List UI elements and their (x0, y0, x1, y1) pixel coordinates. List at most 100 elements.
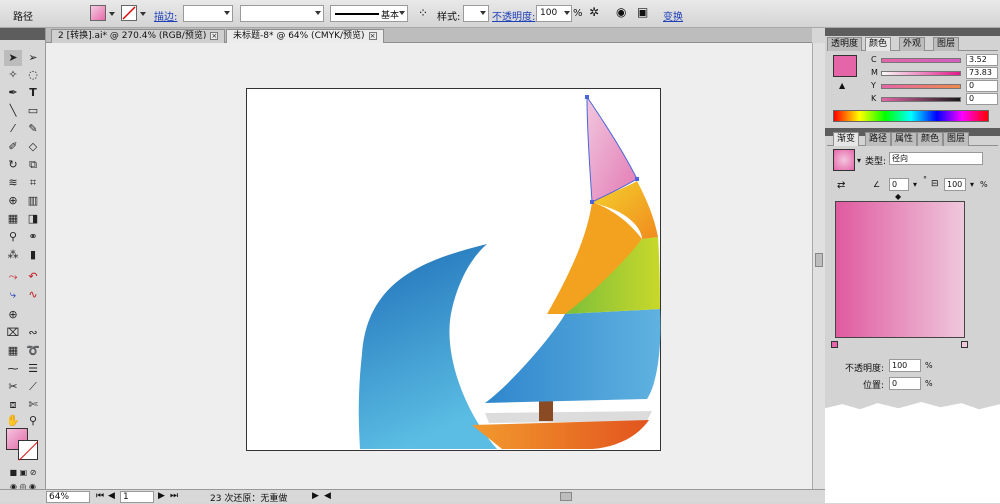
stop-opacity-field[interactable]: 100 (889, 359, 921, 372)
status-menu-icon[interactable]: ▶ (312, 491, 319, 501)
knife-tool-icon[interactable]: ⟋ (24, 379, 42, 395)
mesh-tool-icon[interactable]: ▦ (4, 343, 22, 359)
scatter-tool-icon[interactable]: ⁓ (4, 361, 22, 377)
next-artboard-icon[interactable]: ▶ (158, 491, 165, 501)
twirl-tool-icon[interactable]: ➰ (24, 343, 42, 359)
tab-color[interactable]: 颜色 (865, 37, 892, 51)
panel-dock-header[interactable] (825, 28, 1000, 36)
target-tool-icon[interactable]: ⊕ (4, 307, 22, 323)
black-slider[interactable]: K 0 % (871, 93, 998, 106)
cyan-slider[interactable]: C 3.52 % (871, 54, 998, 67)
artboard-tool-icon[interactable]: ⧈ (4, 397, 22, 413)
stroke-swatch[interactable] (18, 440, 38, 460)
free-transform-tool-icon[interactable]: ⌗ (24, 175, 42, 191)
tools-panel-header[interactable] (0, 28, 45, 40)
tab-pathfinder[interactable]: 路径 (865, 132, 892, 146)
opacity-field[interactable]: 100 (536, 5, 572, 22)
warp-tool-icon[interactable]: ≋ (4, 175, 22, 191)
pen-tool-icon[interactable]: ✒ (4, 85, 22, 101)
rectangle-tool-icon[interactable]: ▭ (24, 103, 42, 119)
tab-color-guide[interactable]: 颜色 (917, 132, 944, 146)
line-tool-icon[interactable]: ╲ (4, 103, 22, 119)
close-tab-icon[interactable]: × (210, 32, 219, 40)
hscroll-left-icon[interactable]: ◀ (324, 491, 331, 501)
blob-brush-tool-icon[interactable]: ✐ (4, 139, 22, 155)
isolate-group-icon[interactable]: ◉ (616, 5, 626, 19)
lasso-tool-icon[interactable]: ◌ (24, 67, 42, 83)
pencil-tool-icon[interactable]: ✎ (24, 121, 42, 137)
direct-selection-tool-icon[interactable]: ➢ (24, 50, 42, 66)
curvature-tool-icon[interactable]: ↶ (24, 269, 42, 285)
previous-artboard-icon[interactable]: ◀ (108, 491, 115, 501)
zoom-tool-icon[interactable]: ⚲ (24, 413, 42, 429)
tab-transparency[interactable]: 透明度 (827, 37, 863, 51)
artboard[interactable] (246, 88, 661, 451)
artboard-number-field[interactable]: 1 (120, 491, 154, 503)
color-spectrum-bar[interactable] (833, 110, 989, 122)
artwork-sailboat[interactable] (247, 89, 662, 452)
hscroll-thumb[interactable] (560, 492, 572, 501)
stroke-panel-link[interactable]: 描边: (154, 8, 177, 23)
stroke-color-swatch[interactable] (121, 5, 137, 21)
symbol-options-icon[interactable]: ⁘ (418, 6, 428, 20)
eraser-tool-icon[interactable]: ◇ (24, 139, 42, 155)
selection-tool-icon[interactable]: ➤ (4, 50, 22, 66)
color-fill-swatch[interactable] (833, 55, 857, 77)
recolor-artwork-icon[interactable]: ✲ (589, 5, 599, 19)
perspective-grid-tool-icon[interactable]: ▦ (4, 211, 22, 227)
gradient-slider-preview[interactable] (835, 201, 965, 338)
stroke-weight-field[interactable] (183, 5, 233, 22)
tab-gradient[interactable]: 渐变 (833, 132, 860, 146)
scissors-tool-icon[interactable]: ✄ (24, 397, 42, 413)
align-options-icon[interactable]: ▣ (637, 5, 648, 19)
tab-layers[interactable]: 图层 (933, 37, 960, 51)
blend-tool-icon[interactable]: ⚭ (24, 229, 42, 245)
gradient-thumbnail[interactable] (833, 149, 855, 171)
aspect-ratio-field[interactable]: 100 (944, 178, 966, 191)
graphic-style-picker[interactable] (463, 5, 489, 22)
symbol-sprayer-tool-icon[interactable]: ⁂ (4, 247, 22, 263)
scale-tool-icon[interactable]: ⧉ (24, 157, 42, 173)
last-artboard-icon[interactable]: ⏭ (170, 491, 178, 501)
wave-tool-icon[interactable]: ∾ (24, 325, 42, 341)
magic-wand-tool-icon[interactable]: ✧ (4, 67, 22, 83)
yellow-slider[interactable]: Y 0 % (871, 80, 998, 93)
anchor-convert-tool-icon[interactable]: ⤷ (4, 287, 22, 303)
stop-location-field[interactable]: 0 (889, 377, 921, 390)
type-tool-icon[interactable]: T (24, 85, 42, 101)
tab-layers-2[interactable]: 图层 (943, 132, 970, 146)
paintbrush-tool-icon[interactable]: ⁄ (4, 121, 22, 137)
magenta-slider[interactable]: M 73.83 % (871, 67, 998, 80)
gradient-stop-end[interactable] (961, 341, 968, 348)
canvas-area[interactable] (46, 43, 812, 489)
tab-document-2[interactable]: 未标题-8* @ 64% (CMYK/预览) × (226, 29, 384, 43)
first-artboard-icon[interactable]: ⏮ (96, 491, 104, 501)
reverse-gradient-icon[interactable]: ⇄ (837, 180, 845, 191)
transform-panel-link[interactable]: 变换 (663, 8, 683, 23)
zoom-level-field[interactable]: 64% (46, 491, 90, 503)
slice-tool-icon[interactable]: ✂ (4, 379, 22, 395)
angle-dropdown-icon[interactable]: ▾ (913, 180, 917, 189)
hand-tool-icon[interactable]: ✋ (4, 413, 22, 429)
midpoint-diamond-icon[interactable]: ◆ (895, 192, 901, 201)
gradient-tool-icon[interactable]: ◨ (24, 211, 42, 227)
aspect-dropdown-icon[interactable]: ▾ (970, 180, 974, 189)
envelope-tool-icon[interactable]: ⌧ (4, 325, 22, 341)
smooth-tool-icon[interactable]: ∿ (24, 287, 42, 303)
gradient-angle-field[interactable]: 0 (889, 178, 909, 191)
align-tool-icon[interactable]: ☰ (24, 361, 42, 377)
vertical-scrollbar[interactable] (812, 43, 825, 489)
eyedropper-tool-icon[interactable]: ⚲ (4, 229, 22, 245)
fill-color-swatch[interactable] (90, 5, 106, 21)
gradient-type-select[interactable]: 径向 (889, 152, 983, 165)
tab-appearance[interactable]: 外观 (899, 37, 926, 51)
scroll-thumb[interactable] (815, 253, 823, 267)
add-anchor-tool-icon[interactable]: ⤳ (4, 269, 22, 285)
tab-attributes[interactable]: 属性 (891, 132, 918, 146)
out-of-gamut-icon[interactable]: ▲ (839, 81, 845, 90)
opacity-panel-link[interactable]: 不透明度: (492, 8, 535, 23)
rotate-tool-icon[interactable]: ↻ (4, 157, 22, 173)
tab-document-1[interactable]: 2 [转换].ai* @ 270.4% (RGB/预览) × (51, 29, 226, 43)
close-tab-icon[interactable]: × (368, 32, 377, 40)
variable-width-profile[interactable] (240, 5, 324, 22)
